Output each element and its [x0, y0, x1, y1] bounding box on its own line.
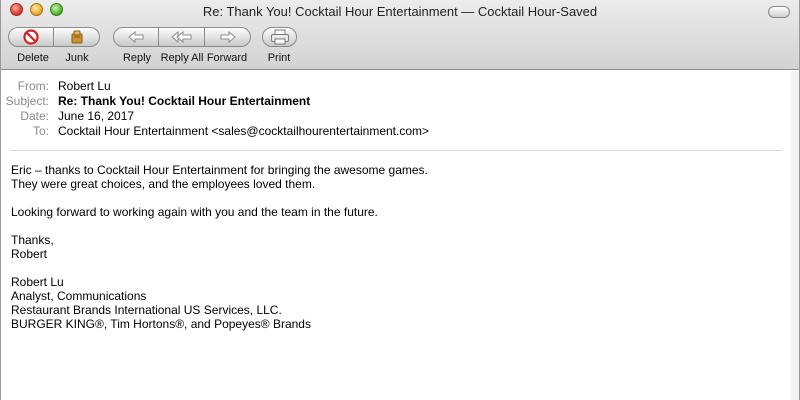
message-body: Eric – thanks to Cocktail Hour Entertain…: [11, 163, 428, 331]
header-subject-key: Subject:: [5, 94, 49, 108]
header-date-key: Date:: [20, 109, 49, 123]
mail-window: Re: Thank You! Cocktail Hour Entertainme…: [0, 0, 800, 400]
message-line: They were great choices, and the employe…: [11, 177, 316, 191]
delete-icon: [23, 29, 39, 45]
message-headers: From: Robert Lu Subject: Re: Thank You! …: [1, 79, 799, 139]
junk-label: Junk: [65, 52, 89, 64]
header-date: Date: June 16, 2017: [1, 109, 799, 124]
title-bar: Re: Thank You! Cocktail Hour Entertainme…: [1, 0, 799, 22]
header-from-value[interactable]: Robert Lu: [58, 79, 111, 93]
window-title: Re: Thank You! Cocktail Hour Entertainme…: [202, 4, 598, 19]
message-line: Looking forward to working again with yo…: [11, 205, 378, 219]
header-to: To: Cocktail Hour Entertainment <sales@c…: [1, 124, 799, 139]
junk-button[interactable]: [54, 27, 100, 47]
signature-brands: BURGER KING®, Tim Hortons®, and Popeyes®…: [11, 317, 311, 331]
message-line: Eric – thanks to Cocktail Hour Entertain…: [11, 163, 428, 177]
print-button[interactable]: [262, 27, 297, 47]
header-date-value: June 16, 2017: [58, 109, 135, 123]
print-icon: [270, 29, 289, 45]
reply-all-icon: [170, 30, 191, 44]
header-from-key: From:: [17, 79, 49, 93]
forward-icon: [220, 30, 236, 44]
signature-company: Restaurant Brands International US Servi…: [11, 303, 282, 317]
header-subject-value: Re: Thank You! Cocktail Hour Entertainme…: [58, 94, 311, 108]
vertical-scrollbar[interactable]: [791, 71, 799, 400]
toolbar-toggle-button[interactable]: [768, 6, 790, 18]
forward-button[interactable]: [205, 27, 251, 47]
print-label: Print: [267, 52, 291, 64]
toolbar: Re: Thank You! Cocktail Hour Entertainme…: [1, 0, 799, 70]
header-subject: Subject: Re: Thank You! Cocktail Hour En…: [1, 94, 799, 109]
forward-label: Forward: [206, 52, 248, 64]
delete-button[interactable]: [8, 27, 54, 47]
signature-title: Analyst, Communications: [11, 289, 147, 303]
header-divider: [10, 150, 782, 151]
header-to-key: To:: [32, 124, 49, 138]
junk-icon: [71, 30, 82, 44]
message-closing: Thanks,: [11, 233, 54, 247]
reply-icon: [128, 30, 144, 44]
header-to-value[interactable]: Cocktail Hour Entertainment <sales@cockt…: [58, 124, 429, 138]
message-closing-name: Robert: [11, 247, 48, 261]
reply-button[interactable]: [113, 27, 159, 47]
header-from: From: Robert Lu: [1, 79, 799, 94]
reply-all-button[interactable]: [159, 27, 205, 47]
signature-name: Robert Lu: [11, 275, 64, 289]
